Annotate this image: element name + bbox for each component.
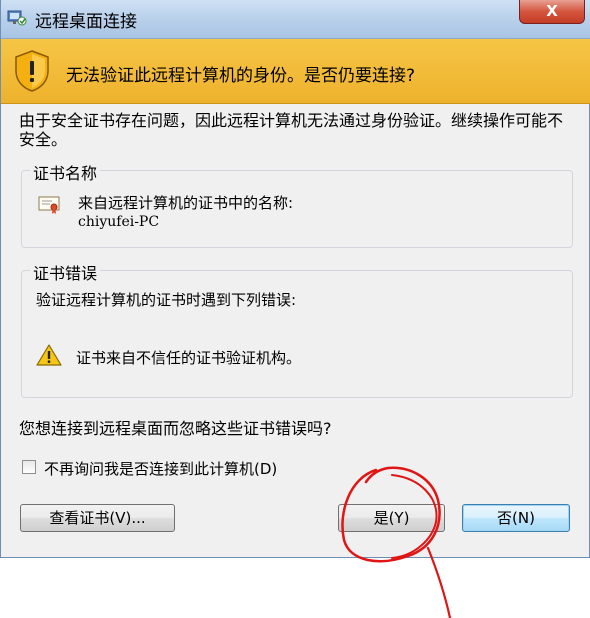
no-button[interactable]: 否(N) [462, 504, 570, 532]
window-title: 远程桌面连接 [35, 12, 137, 32]
certificate-icon [38, 195, 60, 215]
cert-name-value: chiyufei-PC [78, 214, 160, 230]
cert-name-label: 来自远程计算机的证书中的名称: [78, 194, 294, 212]
close-icon: X [546, 2, 558, 20]
security-shield-warning-icon [13, 49, 51, 93]
banner-message: 无法验证此远程计算机的身份。是否仍要连接? [66, 66, 416, 86]
group-title: 证书错误 [30, 260, 101, 284]
remote-desktop-icon [7, 9, 27, 27]
warning-icon [36, 343, 62, 367]
intro-text: 由于安全证书存在问题，因此远程计算机无法通过身份验证。继续操作可能不安全。 [19, 111, 564, 149]
view-certificate-button[interactable]: 查看证书(V)... [20, 504, 175, 532]
close-button[interactable]: X [519, 0, 585, 24]
dont-ask-label[interactable]: 不再询问我是否连接到此计算机(D) [44, 458, 277, 479]
warning-banner: 无法验证此远程计算机的身份。是否仍要连接? [1, 39, 590, 104]
cert-name-group: 证书名称 来自远程计算机的证书中的名称: chiyufei-PC [21, 160, 573, 248]
title-bar[interactable]: 远程桌面连接 X [1, 0, 590, 39]
ignore-errors-question: 您想连接到远程桌面而忽略这些证书错误吗? [19, 419, 332, 438]
cert-error-item: 证书来自不信任的证书验证机构。 [76, 349, 302, 367]
remote-desktop-dialog: 远程桌面连接 X 无法验证此远程计算机的身份。是否仍要连接? 由于安全证书存在问… [0, 0, 590, 558]
group-title: 证书名称 [30, 160, 101, 184]
cert-error-description: 验证远程计算机的证书时遇到下列错误: [36, 291, 297, 309]
yes-button[interactable]: 是(Y) [338, 504, 445, 532]
dont-ask-checkbox[interactable] [22, 460, 36, 474]
cert-error-group: 证书错误 验证远程计算机的证书时遇到下列错误: 证书来自不信任的证书验证机构。 [21, 260, 573, 398]
